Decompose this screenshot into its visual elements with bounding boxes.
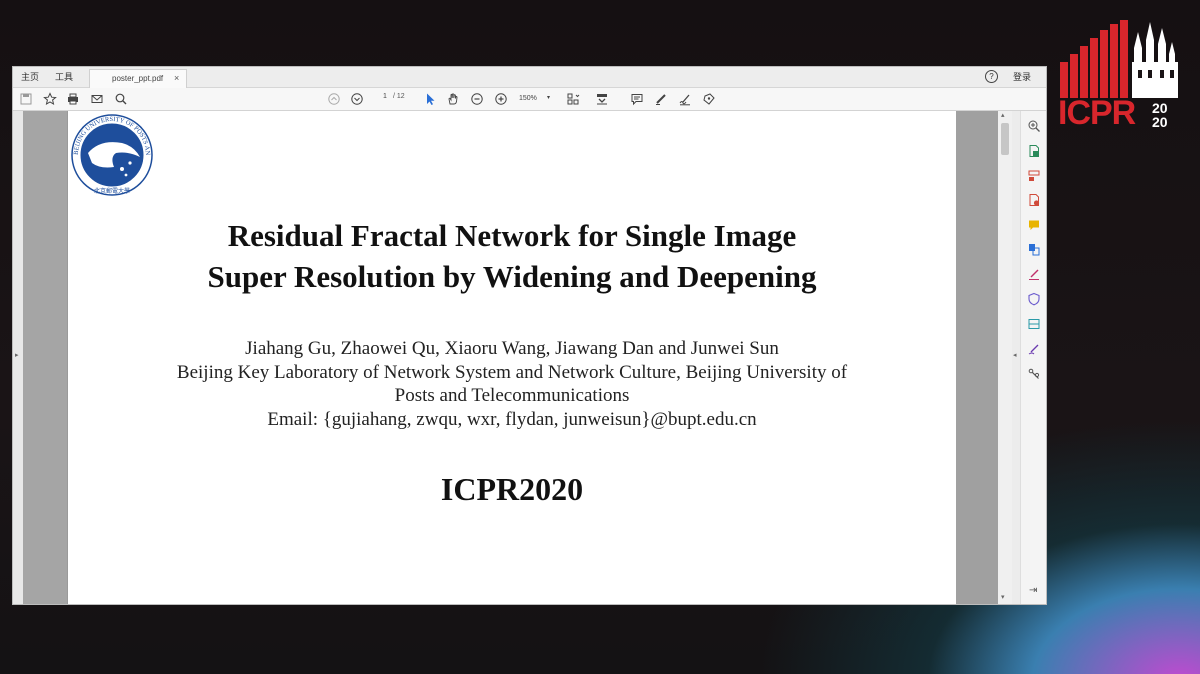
- page-down-icon[interactable]: [350, 92, 364, 106]
- page-view-icon[interactable]: [566, 92, 580, 106]
- icpr-logo-text: ICPR: [1058, 94, 1136, 132]
- tools-pane: ⇥: [1020, 111, 1046, 604]
- right-panel-toggle[interactable]: ◂: [1012, 111, 1020, 604]
- search-icon[interactable]: [114, 92, 128, 106]
- zoom-value: 150%: [519, 95, 537, 102]
- paper-title-line-1: Residual Fractal Network for Single Imag…: [227, 218, 797, 253]
- email-line: Email: {gujiahang, zwqu, wxr, flydan, ju…: [267, 408, 757, 430]
- scroll-up-icon[interactable]: ▴: [1001, 111, 1005, 119]
- icpr-logo-year-top: 20: [1152, 100, 1168, 116]
- menu-tools[interactable]: 工具: [55, 70, 73, 83]
- pdf-viewer-window: 主页 工具 poster_ppt.pdf × ? 登录 1 / 12 150% …: [12, 66, 1047, 605]
- right-panel-arrow-icon: ◂: [1013, 352, 1017, 359]
- menu-home[interactable]: 主页: [21, 70, 39, 83]
- scroll-mode-icon[interactable]: [595, 92, 609, 106]
- paper-title: Residual Fractal Network for Single Imag…: [68, 215, 956, 297]
- affiliation-line-1: Beijing Key Laboratory of Network System…: [176, 361, 848, 383]
- seal-text-cn: 北京郵電大學: [94, 187, 130, 195]
- document-area: ▸ BEIJING UNIVERSITY OF POSTS AND TELECO…: [13, 111, 1046, 604]
- scrollbar-thumb[interactable]: [1001, 123, 1009, 155]
- zoom-select[interactable]: 150% ▾: [519, 92, 555, 105]
- combine-files-icon[interactable]: [1027, 242, 1041, 256]
- authors-line: Jiahang Gu, Zhaowei Qu, Xiaoru Wang, Jia…: [245, 338, 779, 359]
- zoom-caret-icon: ▾: [547, 95, 551, 101]
- left-panel-arrow-icon: ▸: [15, 352, 19, 359]
- pdf-page: BEIJING UNIVERSITY OF POSTS AND TELECOMM…: [68, 111, 956, 604]
- author-block: Jiahang Gu, Zhaowei Qu, Xiaoru Wang, Jia…: [68, 337, 956, 431]
- more-tools-icon[interactable]: [1027, 367, 1041, 381]
- left-panel-toggle[interactable]: ▸: [13, 111, 23, 604]
- sign-icon[interactable]: [678, 92, 692, 106]
- scroll-down-icon[interactable]: ▾: [1001, 593, 1005, 601]
- tab-bar: 主页 工具 poster_ppt.pdf × ? 登录: [13, 67, 1046, 88]
- page-margin-left: [23, 111, 67, 604]
- tab-document-name: poster_ppt.pdf: [112, 74, 164, 83]
- select-cursor-icon[interactable]: [423, 92, 437, 106]
- page-total-label: / 12: [393, 93, 405, 100]
- save-icon[interactable]: [19, 92, 33, 106]
- icpr-logo-year: 20 20: [1152, 101, 1176, 129]
- print-icon[interactable]: [66, 92, 80, 106]
- affiliation-line-2: Posts and Telecommunications: [394, 385, 630, 406]
- zoom-tool-icon[interactable]: [1027, 119, 1041, 133]
- fill-sign-icon[interactable]: [1027, 267, 1041, 281]
- zoom-out-icon[interactable]: [470, 92, 484, 106]
- conference-label: ICPR2020: [440, 471, 584, 507]
- zoom-in-icon[interactable]: [494, 92, 508, 106]
- tab-close-icon[interactable]: ×: [174, 73, 179, 83]
- help-icon[interactable]: ?: [985, 70, 998, 83]
- collapse-pane-icon[interactable]: ⇥: [1029, 585, 1037, 596]
- icpr-logo-year-bottom: 20: [1152, 114, 1168, 130]
- vertical-scrollbar[interactable]: ▴ ▾: [998, 111, 1012, 604]
- university-seal-icon: BEIJING UNIVERSITY OF POSTS AND TELECOMM…: [70, 113, 153, 196]
- hand-tool-icon[interactable]: [446, 92, 460, 106]
- page-up-icon[interactable]: [327, 92, 341, 106]
- comment-icon[interactable]: [630, 92, 644, 106]
- bookmark-star-icon[interactable]: [43, 92, 57, 106]
- protect-shield-icon[interactable]: [1027, 292, 1041, 306]
- page-number-input[interactable]: 1: [379, 93, 391, 100]
- create-pdf-icon[interactable]: [1027, 193, 1041, 207]
- paper-title-line-2: Super Resolution by Widening and Deepeni…: [207, 259, 817, 294]
- tab-document[interactable]: poster_ppt.pdf ×: [89, 69, 187, 88]
- send-for-signature-icon[interactable]: [1027, 342, 1041, 356]
- export-pdf-icon[interactable]: [1027, 144, 1041, 158]
- email-icon[interactable]: [90, 92, 104, 106]
- toolbar: 1 / 12 150% ▾: [13, 88, 1046, 111]
- scan-ocr-icon[interactable]: [1027, 317, 1041, 331]
- stamp-icon[interactable]: [702, 92, 716, 106]
- page-margin-right: [956, 111, 998, 604]
- organize-pages-icon[interactable]: [1027, 169, 1041, 183]
- highlight-pen-icon[interactable]: [654, 92, 668, 106]
- login-button[interactable]: 登录: [1013, 70, 1031, 83]
- comment-tool-icon[interactable]: [1027, 218, 1041, 232]
